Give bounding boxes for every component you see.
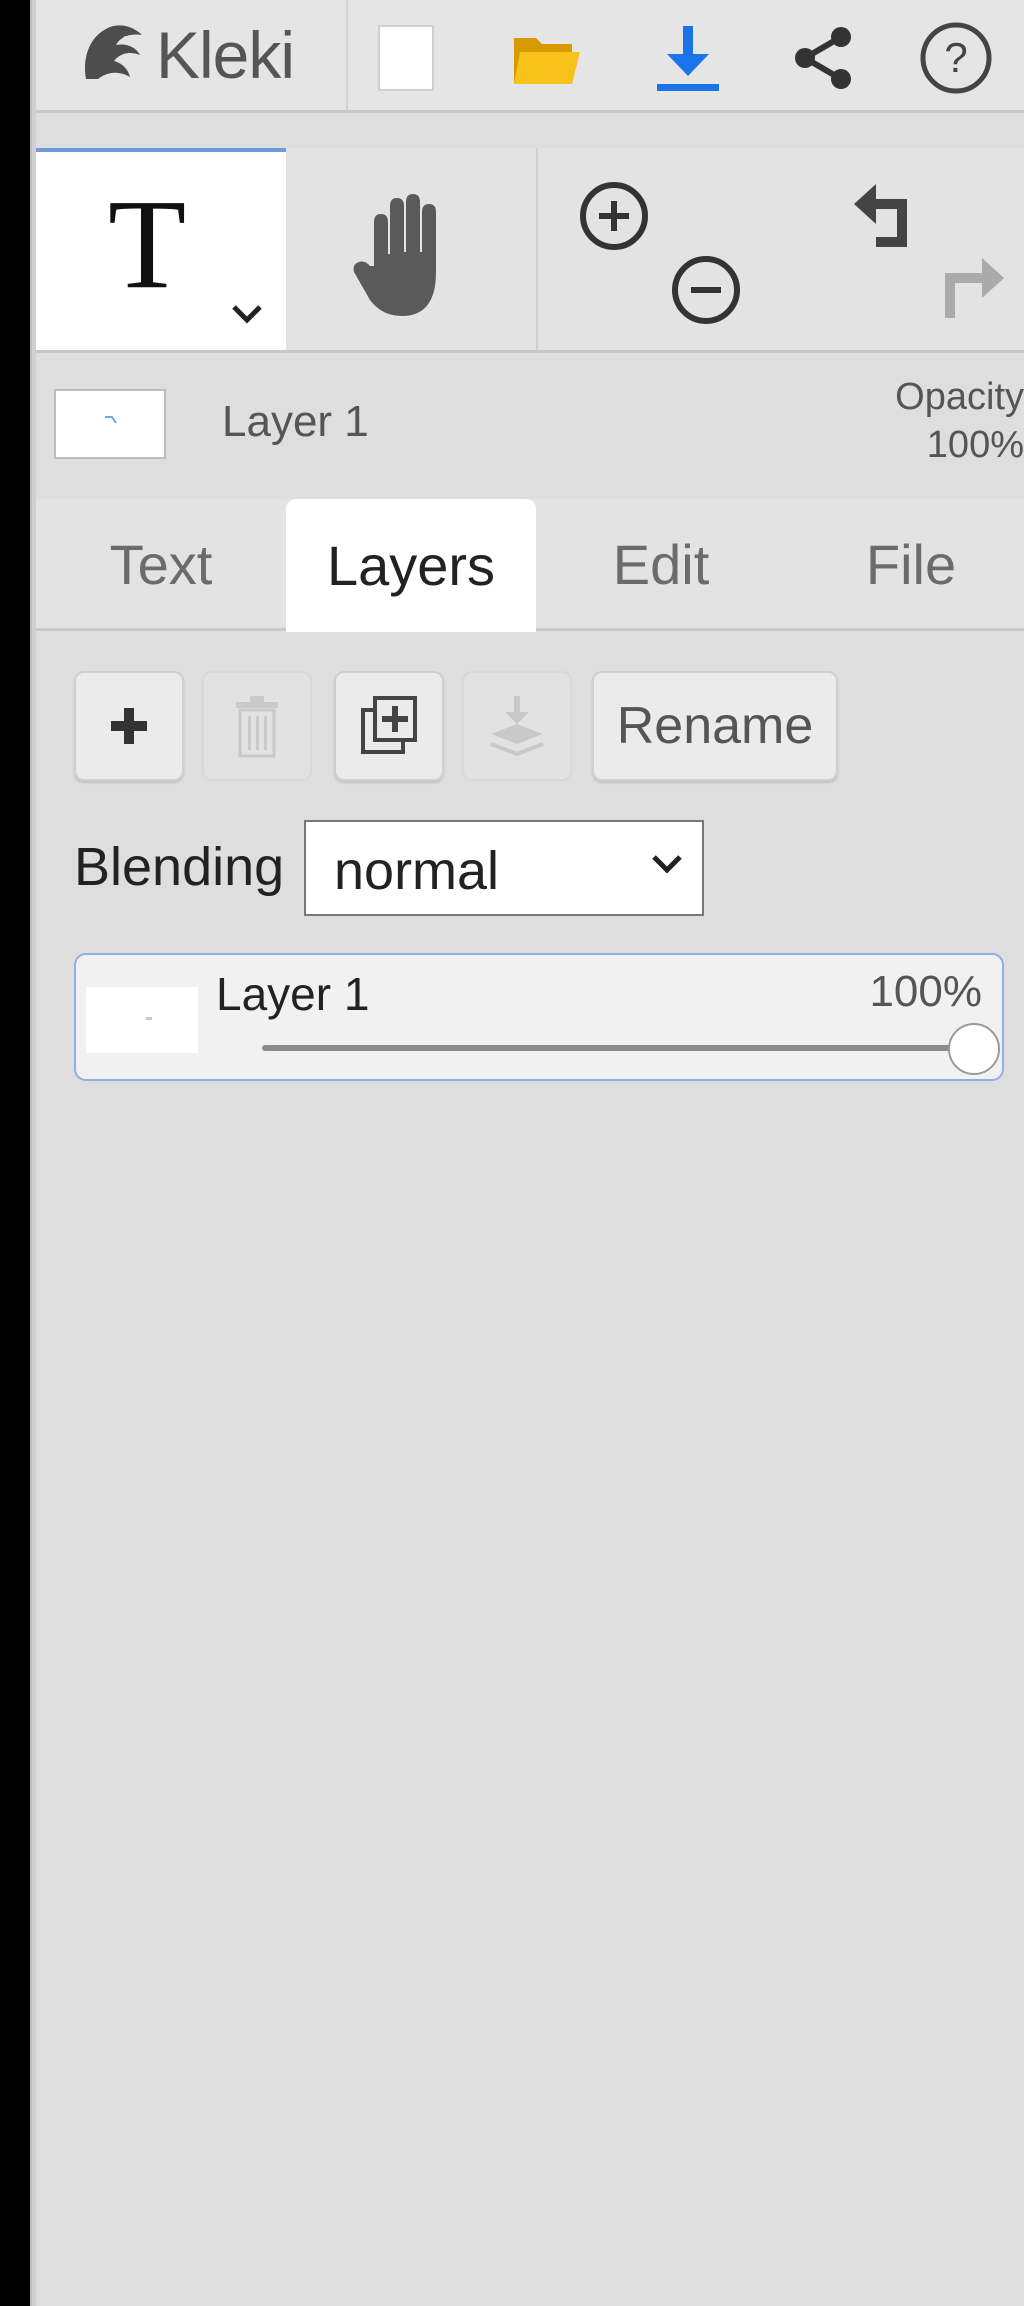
new-image-button[interactable] (366, 18, 446, 98)
layer-item-name: Layer 1 (216, 968, 370, 1020)
zoom-controls (538, 148, 778, 350)
plus-icon (111, 708, 147, 744)
thumbnail-stroke-icon (105, 416, 117, 424)
chevron-down-icon (652, 855, 682, 874)
side-panel: Kleki ? T Layer 1 Opacity 100% Text Laye… (36, 0, 1024, 2306)
open-folder-icon (514, 38, 580, 84)
blending-label: Blending (74, 837, 285, 897)
add-layer-button[interactable] (74, 671, 184, 781)
help-button[interactable]: ? (916, 18, 996, 98)
rename-layer-button[interactable]: Rename (592, 671, 838, 781)
layer-thumbnail (54, 389, 166, 459)
tab-edit[interactable]: Edit (536, 499, 786, 629)
topbar-separator (346, 0, 348, 110)
layer-item-thumbnail (86, 987, 198, 1053)
layer-opacity-slider-track[interactable] (262, 1045, 984, 1051)
current-layer-name: Layer 1 (222, 397, 369, 446)
blending-value: normal (334, 841, 500, 901)
zoom-out-icon[interactable] (668, 252, 744, 328)
current-layer-info: Layer 1 Opacity 100% (36, 353, 1024, 483)
text-tool-button[interactable]: T (36, 148, 286, 350)
text-tool-icon: T (108, 173, 187, 315)
history-controls (778, 148, 1024, 350)
hand-tool-button[interactable] (286, 148, 536, 350)
app-name: Kleki (156, 18, 295, 92)
open-button[interactable] (506, 18, 586, 98)
tab-file[interactable]: File (786, 499, 1024, 629)
svg-text:?: ? (944, 34, 967, 81)
merge-down-icon (490, 696, 544, 757)
download-icon (657, 26, 719, 91)
opacity-readout[interactable]: Opacity 100% (844, 373, 1024, 469)
share-button[interactable] (784, 18, 864, 98)
blending-select[interactable]: normal (304, 820, 704, 916)
top-bar: Kleki ? (36, 0, 1024, 113)
undo-icon[interactable] (850, 182, 930, 262)
duplicate-layer-button[interactable] (334, 671, 444, 781)
share-icon (795, 27, 851, 89)
kleki-logo[interactable]: Kleki (76, 0, 295, 110)
zoom-in-icon[interactable] (576, 178, 652, 254)
panel-tabs: Text Layers Edit File (36, 499, 1024, 632)
new-image-icon (378, 25, 434, 91)
redo-icon[interactable] (928, 248, 1008, 328)
thumbnail-dot-icon (146, 1017, 152, 1020)
layer-opacity-slider-handle[interactable] (948, 1023, 1000, 1075)
delete-layer-button[interactable] (202, 671, 312, 781)
trash-icon (236, 696, 278, 758)
tab-text[interactable]: Text (36, 499, 286, 629)
window-edge (0, 0, 30, 2306)
tool-row: T (36, 148, 1024, 353)
merge-layer-button[interactable] (462, 671, 572, 781)
opacity-label: Opacity (895, 376, 1024, 418)
help-icon: ? (920, 22, 992, 94)
hand-tool-icon (353, 194, 436, 316)
chevron-down-icon[interactable] (230, 302, 264, 326)
opacity-value: 100% (926, 424, 1024, 466)
tab-layers[interactable]: Layers (286, 499, 536, 632)
duplicate-icon (361, 696, 417, 754)
kleki-logo-icon (85, 25, 142, 80)
layer-list-item[interactable]: Layer 1 100% (74, 953, 1004, 1081)
save-download-button[interactable] (648, 18, 728, 98)
layer-item-opacity: 100% (869, 967, 982, 1016)
